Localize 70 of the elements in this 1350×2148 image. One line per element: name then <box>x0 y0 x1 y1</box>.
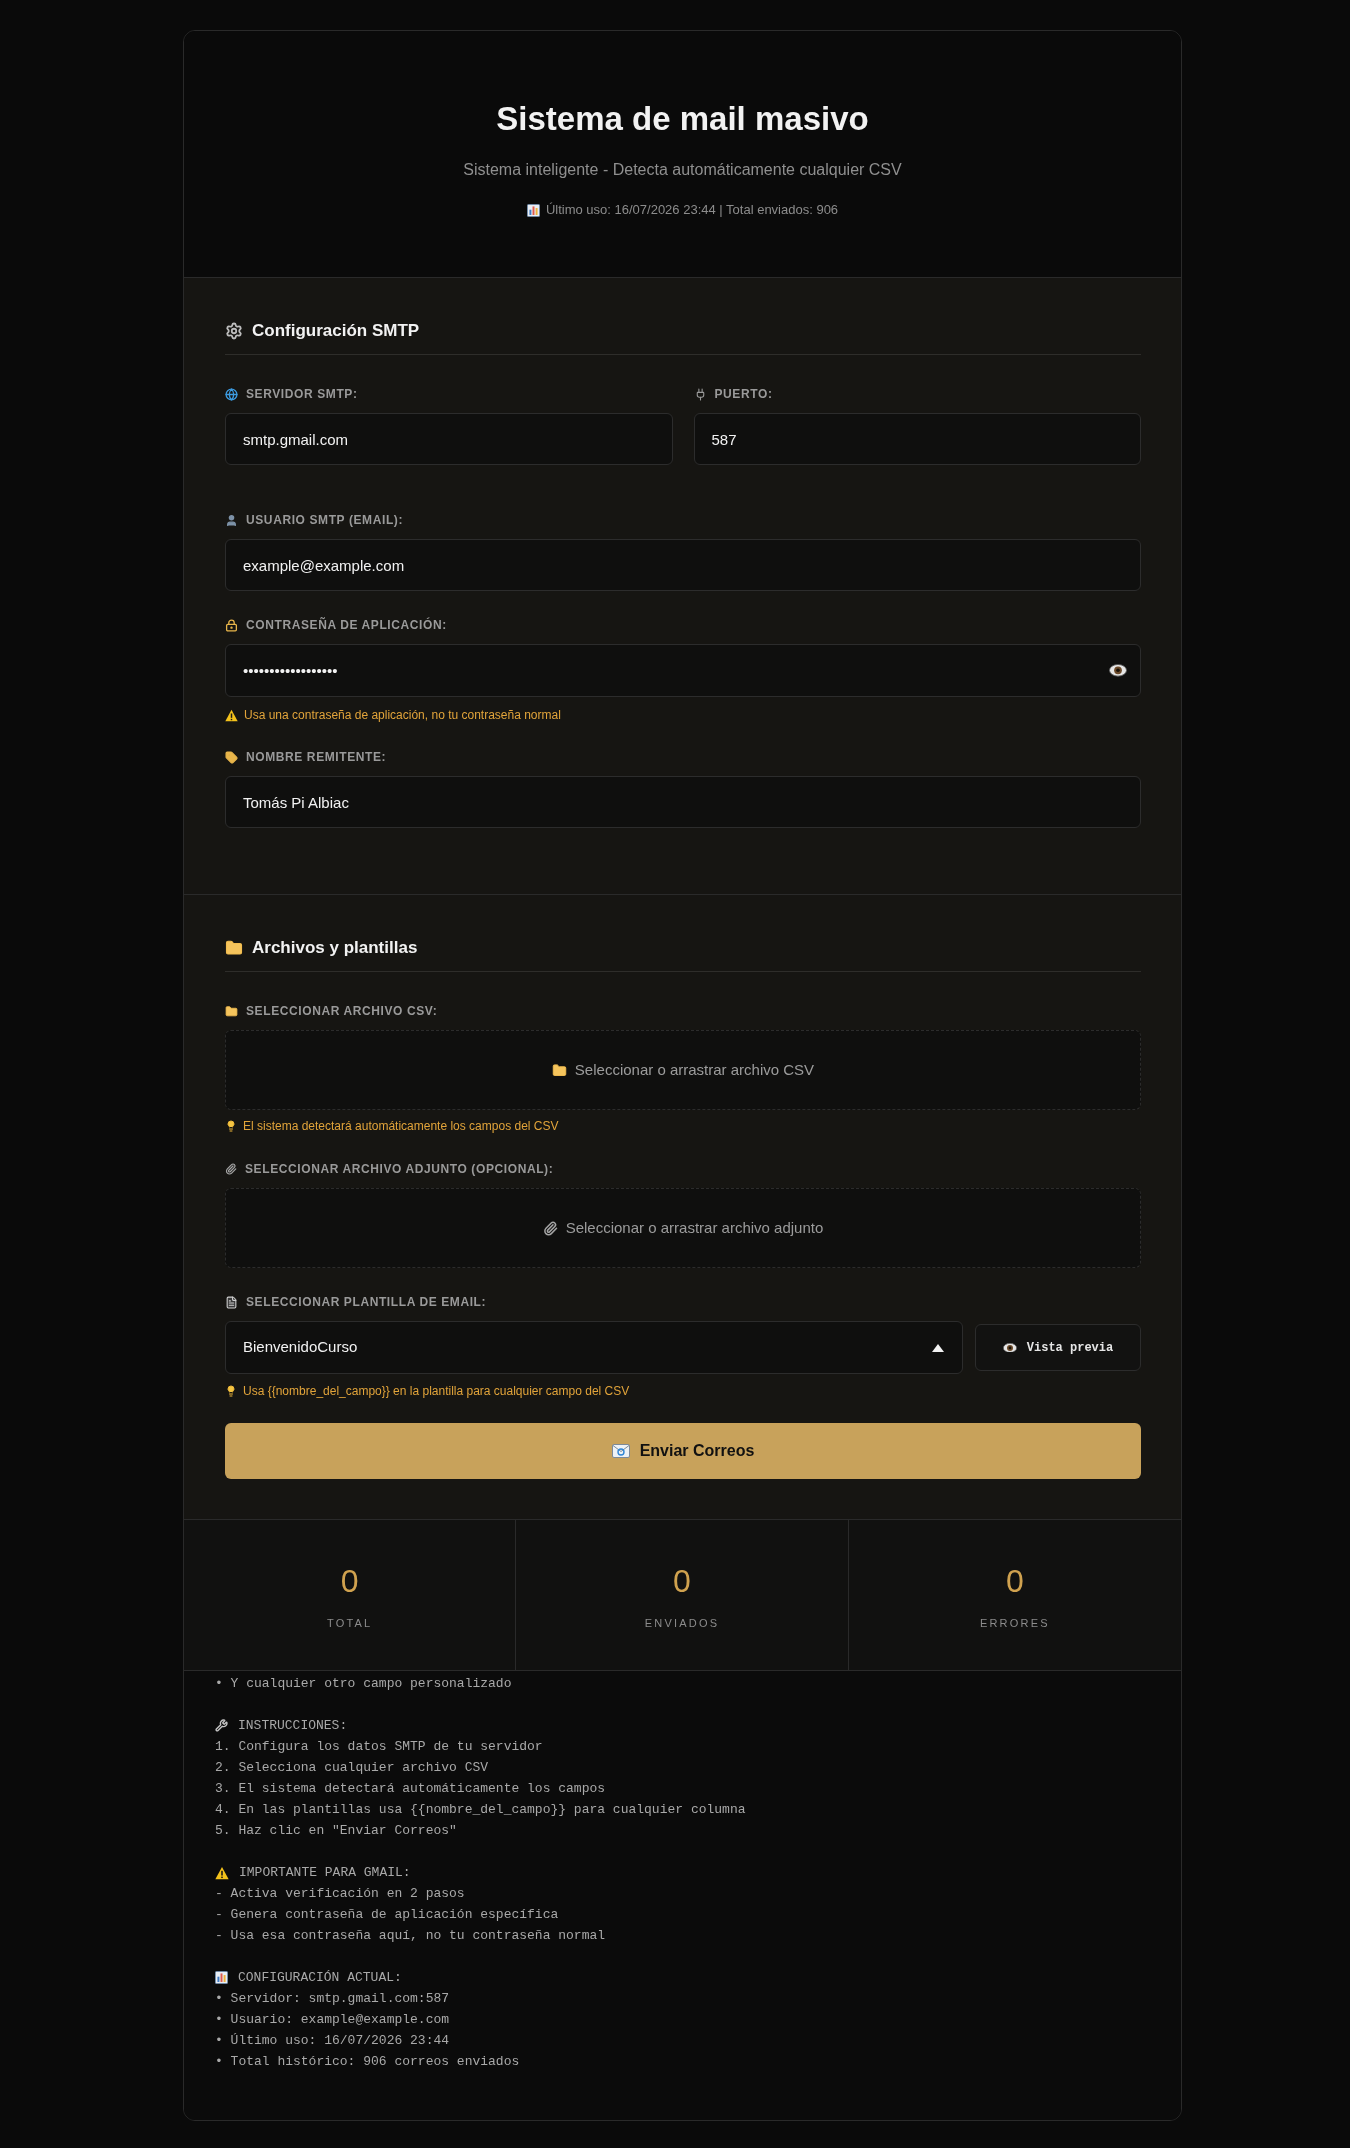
log-line: • Usuario: example@example.com <box>215 2012 450 2027</box>
log-line: 1. Configura los datos SMTP de tu servidor <box>215 1739 543 1754</box>
log-line: - Usa esa contraseña aquí, no tu contraseña normal <box>215 1928 606 1943</box>
log-line: 4. En las plantillas usa {{nombre_del_campo}} para cualquier columna <box>215 1802 746 1817</box>
field-label: NOMBRE REMITENTE: <box>246 749 387 765</box>
section-heading: Configuración SMTP <box>252 320 420 342</box>
stat-label: ERRORES <box>979 1616 1050 1630</box>
paperclip-icon <box>225 1163 237 1175</box>
document-icon <box>225 1295 238 1309</box>
paperclip-icon <box>542 1220 558 1236</box>
tag-icon <box>225 750 238 764</box>
input-field[interactable]: example@example.com <box>225 539 1141 591</box>
log-line: - Activa verificación en 2 pasos <box>215 1886 465 1901</box>
csv-drop-zone[interactable]: Seleccionar o arrastrar archivo CSV <box>225 1030 1141 1110</box>
password-field[interactable]: •••••••••••••••••• <box>225 644 1141 697</box>
attachment-drop-zone[interactable]: Seleccionar o arrastrar archivo adjunto <box>225 1188 1141 1268</box>
log-line: • Y cualquier otro campo personalizado <box>215 1676 512 1691</box>
log-heading: IMPORTANTE PARA GMAIL: <box>239 1864 411 1882</box>
field-label: SERVIDOR SMTP: <box>246 386 358 402</box>
lightbulb-icon <box>225 1385 237 1397</box>
hint-text: Usa una contraseña de aplicación, no tu contraseña normal <box>244 707 561 723</box>
log-line: • Último uso: 16/07/2026 23:44 <box>215 2033 450 2048</box>
hint-text: El sistema detectará automáticamente los campos del CSV <box>243 1118 559 1134</box>
log-line: - Genera contraseña de aplicación específica <box>215 1907 559 1922</box>
envelope-icon <box>611 1444 630 1458</box>
field-label: PUERTO: <box>714 386 773 402</box>
log-heading: CONFIGURACIÓN ACTUAL: <box>238 1969 402 1987</box>
caret-icon <box>932 1343 944 1352</box>
user-icon <box>225 513 238 527</box>
field-label: USUARIO SMTP (EMAIL): <box>246 512 404 528</box>
page-subtitle: Sistema inteligente - Detecta automáticamente cualquier CSV <box>463 160 902 180</box>
template-select[interactable]: BienvenidoCurso <box>225 1321 963 1374</box>
eye-icon <box>1002 1342 1017 1353</box>
bar-chart-icon <box>526 203 540 217</box>
globe-icon <box>225 387 238 401</box>
wrench-icon <box>215 1719 228 1732</box>
field-label: SELECCIONAR ARCHIVO ADJUNTO (OPCIONAL): <box>245 1161 554 1177</box>
input-field[interactable]: 587 <box>693 413 1141 465</box>
preview-button[interactable]: Vista previa <box>975 1324 1141 1371</box>
log-line: 2. Selecciona cualquier archivo CSV <box>215 1760 489 1775</box>
stat-value: 0 <box>1005 1562 1024 1601</box>
lightbulb-icon <box>225 1120 237 1132</box>
stat-value: 0 <box>340 1562 359 1601</box>
send-button[interactable]: Enviar Correos <box>225 1423 1141 1479</box>
stat-label: ENVIADOS <box>644 1616 720 1630</box>
usage-summary: Último uso: 16/07/2026 23:44 | Total enviados: 906 <box>545 201 839 219</box>
field-label: SELECCIONAR PLANTILLA DE EMAIL: <box>246 1294 487 1310</box>
log-line: 5. Haz clic en "Enviar Correos" <box>215 1823 457 1838</box>
lock-icon <box>225 618 238 632</box>
warning-icon <box>225 708 238 722</box>
folder-icon <box>225 939 243 957</box>
warning-icon <box>215 1865 229 1880</box>
gear-icon <box>225 322 243 340</box>
log-heading: INSTRUCCIONES: <box>238 1717 348 1735</box>
folder-icon <box>551 1062 567 1078</box>
folder-icon <box>225 1004 238 1018</box>
field-label: SELECCIONAR ARCHIVO CSV: <box>246 1003 438 1019</box>
bar-chart-icon <box>215 1971 228 1984</box>
log-line: • Servidor: smtp.gmail.com:587 <box>215 1991 450 2006</box>
section-heading: Archivos y plantillas <box>252 937 418 959</box>
stat-label: TOTAL <box>326 1616 373 1630</box>
hint-text: Usa {{nombre_del_campo}} en la plantilla para cualquier campo del CSV <box>243 1383 630 1399</box>
stat-value: 0 <box>673 1562 691 1601</box>
page-title: Sistema de mail masivo <box>496 99 869 139</box>
field-label: CONTRASEÑA DE APLICACIÓN: <box>246 617 447 633</box>
log-line: 3. El sistema detectará automáticamente los campos <box>215 1781 606 1796</box>
log-line: • Total histórico: 906 correos enviados <box>215 2054 520 2069</box>
eye-icon[interactable] <box>1109 664 1127 677</box>
input-field[interactable]: smtp.gmail.com <box>225 413 673 465</box>
input-field[interactable]: Tomás Pi Albiac <box>225 776 1141 828</box>
